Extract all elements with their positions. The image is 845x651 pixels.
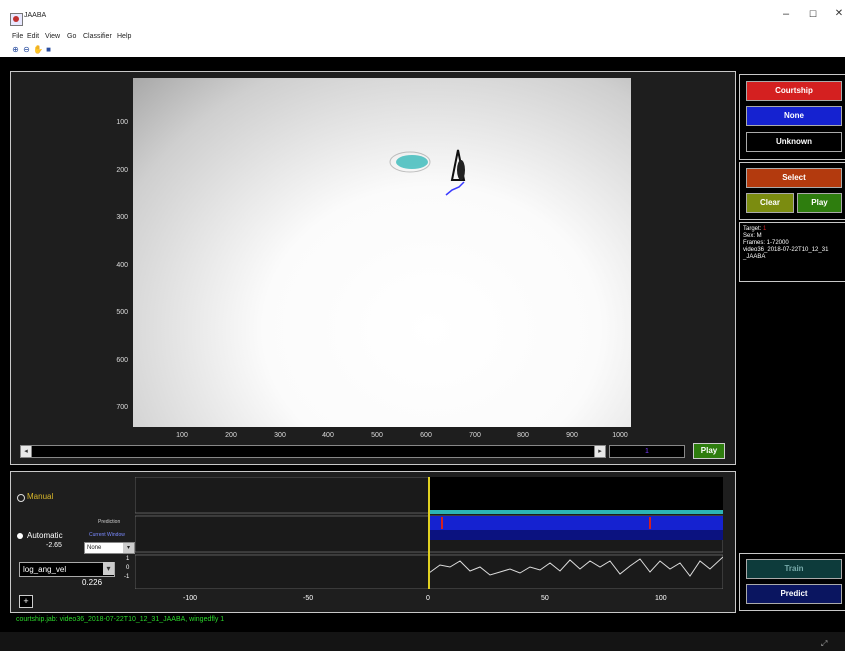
timeline-y-tick: 1 [126,556,130,562]
feature-value: 0.226 [82,578,103,587]
target-value: 1 [763,226,767,232]
x-tick: 800 [517,432,529,439]
play-selection-button[interactable]: Play [797,193,842,213]
x-tick: 1000 [612,432,628,439]
resize-grip-icon[interactable]: ⤢ [821,639,827,649]
target-label: Target: [743,226,762,232]
save-icon[interactable]: ■ [44,45,53,54]
select-button[interactable]: Select [746,168,842,188]
maximize-button[interactable]: ☐ [803,9,823,20]
clear-button[interactable]: Clear [746,193,794,213]
menu-file[interactable]: File [12,33,23,40]
pan-icon[interactable]: ✋ [33,45,43,54]
automatic-score: -2.65 [46,542,62,549]
slider-left-arrow-icon[interactable]: ◂ [20,445,32,458]
current-window-bar [429,530,723,540]
title-bar [0,0,845,28]
unknown-button[interactable]: Unknown [746,132,842,152]
feature-select-value: log_ang_vel [23,565,67,574]
zoom-out-icon[interactable]: ⊖ [22,45,31,54]
feature-select[interactable]: log_ang_vel [19,562,115,577]
fly-2-track [445,181,465,196]
timeline-x-tick: 50 [541,595,549,602]
timeline-x-tick: 0 [426,595,430,602]
timeline-x-tick: 100 [655,595,667,602]
menu-help[interactable]: Help [117,33,131,40]
target-line: Target: 1 [743,226,841,233]
bottom-bar [0,632,845,651]
timeline-x-tick: -100 [183,595,198,602]
x-tick: 100 [176,432,188,439]
window-select-value: None [87,545,102,551]
x-tick: 600 [420,432,432,439]
app-icon [10,13,23,26]
predict-button[interactable]: Predict [746,584,842,604]
fly-2[interactable] [457,160,465,180]
manual-label: Manual [27,492,54,501]
y-tick: 400 [116,262,128,269]
automatic-label: Automatic [27,531,63,540]
video-frame[interactable] [133,78,631,427]
add-feature-button[interactable]: + [19,595,33,608]
none-button[interactable]: None [746,106,842,126]
prediction-mark [441,517,443,529]
x-tick: 200 [225,432,237,439]
slider-right-arrow-icon[interactable]: ▸ [594,445,606,458]
frame-slider[interactable] [20,445,606,458]
train-button[interactable]: Train [746,559,842,579]
menu-view[interactable]: View [45,33,60,40]
timeline-y-tick: -1 [124,574,130,580]
window-select[interactable]: None ▾ [84,542,135,554]
file-line-2: _JAABA [743,254,766,260]
prediction-bar [429,516,723,530]
frames-line: Frames: 1-72000 [743,240,789,246]
x-tick: 500 [371,432,383,439]
current-window-label: Current Window [89,532,125,538]
minimize-button[interactable]: – [776,8,796,20]
status-text: courtship.jab: video36_2018-07-22T10_12_… [16,616,225,623]
timeline-x-tick: -50 [303,595,314,602]
y-tick: 100 [116,119,128,126]
y-tick: 300 [116,214,128,221]
frame-number-field[interactable]: 1 [609,445,685,458]
prediction-label: Prediction [98,519,121,525]
fly-tracks[interactable] [380,140,490,200]
x-tick: 700 [469,432,481,439]
sex-line: Sex: M [743,233,762,239]
courtship-button[interactable]: Courtship [746,81,842,101]
x-tick: 300 [274,432,286,439]
timeline-tracks[interactable] [135,477,723,589]
timeline-y-tick: 0 [126,565,130,571]
manual-radio[interactable] [17,494,25,502]
y-tick: 700 [116,404,128,411]
close-button[interactable]: ✕ [829,8,845,19]
manual-track-bar [429,510,723,514]
zoom-in-icon[interactable]: ⊕ [11,45,20,54]
current-frame-line [428,477,430,589]
menu-edit[interactable]: Edit [27,33,39,40]
automatic-radio[interactable] [17,533,23,539]
file-line: video36_2018-07-22T10_12_31 [743,247,829,253]
x-tick: 900 [566,432,578,439]
y-tick: 500 [116,309,128,316]
toolbar [0,42,845,57]
menu-go[interactable]: Go [67,33,76,40]
feature-dropdown-icon[interactable]: ▾ [103,562,114,575]
window-title: JAABA [24,12,47,19]
menu-classifier[interactable]: Classifier [83,33,112,40]
y-tick: 600 [116,357,128,364]
fly-1[interactable] [396,155,428,169]
info-text: Target: 1 Sex: M Frames: 1-72000 video36… [743,226,841,278]
chevron-down-icon: ▾ [123,543,134,553]
x-tick: 400 [322,432,334,439]
y-tick: 200 [116,167,128,174]
play-video-button[interactable]: Play [693,443,725,459]
manual-track-labeled [429,477,723,513]
prediction-mark [649,517,651,529]
